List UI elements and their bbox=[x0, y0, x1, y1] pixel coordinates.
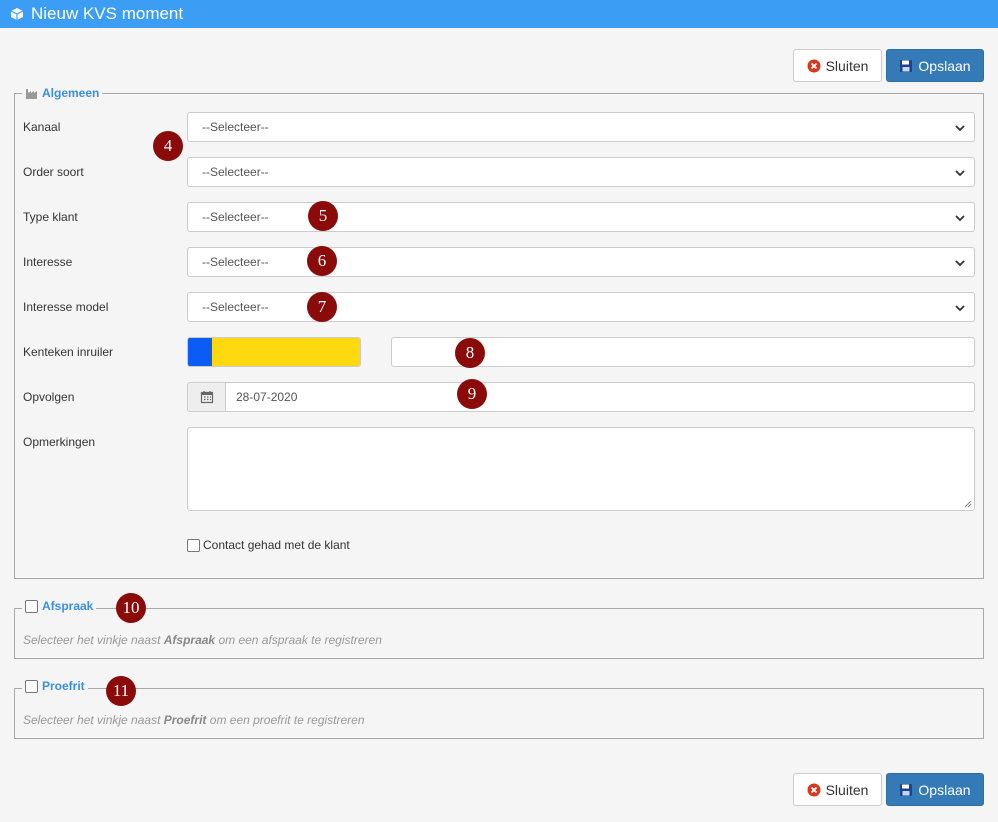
type-klant-label: Type klant bbox=[23, 210, 78, 224]
type-klant-value: --Selecteer-- bbox=[202, 210, 269, 224]
afspraak-legend-text: Afspraak bbox=[42, 599, 94, 613]
close-button-label: Sluiten bbox=[825, 57, 869, 74]
save-button-top[interactable]: Opslaan bbox=[886, 49, 984, 82]
order-soort-select[interactable]: --Selecteer-- bbox=[187, 157, 975, 187]
proefrit-hint: Selecteer het vinkje naast Proefrit om e… bbox=[23, 713, 365, 727]
floppy-disk-icon bbox=[899, 59, 913, 73]
close-circle-icon bbox=[807, 59, 821, 73]
close-button-label: Sluiten bbox=[825, 781, 869, 798]
close-button-top[interactable]: Sluiten bbox=[793, 49, 882, 82]
order-soort-value: --Selecteer-- bbox=[202, 165, 269, 179]
close-circle-icon bbox=[807, 783, 821, 797]
calendar-icon bbox=[200, 391, 213, 404]
window-titlebar: Nieuw KVS moment bbox=[0, 0, 998, 28]
save-button-label: Opslaan bbox=[918, 781, 971, 798]
annotation-badge: 11 bbox=[106, 676, 136, 706]
annotation-badge: 10 bbox=[116, 593, 146, 623]
order-soort-label: Order soort bbox=[23, 165, 84, 179]
window-title: Nieuw KVS moment bbox=[31, 4, 184, 23]
interesse-select[interactable]: --Selecteer-- bbox=[187, 247, 975, 277]
annotation-badge: 8 bbox=[455, 338, 485, 368]
proefrit-legend: Proefrit bbox=[22, 679, 88, 693]
plate-eu-band bbox=[188, 338, 212, 366]
license-plate-input[interactable] bbox=[187, 337, 361, 367]
save-button-bottom[interactable]: Opslaan bbox=[886, 773, 984, 806]
opvolgen-value: 28-07-2020 bbox=[236, 390, 298, 404]
chevron-down-icon bbox=[955, 170, 965, 177]
kanaal-select[interactable]: --Selecteer-- bbox=[187, 112, 975, 142]
annotation-badge: 9 bbox=[457, 379, 487, 409]
plate-yellow-field bbox=[212, 338, 360, 366]
kanaal-label: Kanaal bbox=[23, 120, 61, 134]
interesse-label: Interesse bbox=[23, 255, 73, 269]
general-legend-text: Algemeen bbox=[42, 86, 100, 100]
chevron-down-icon bbox=[955, 305, 965, 312]
opvolgen-label: Opvolgen bbox=[23, 390, 75, 404]
resize-handle-icon[interactable] bbox=[964, 500, 972, 508]
afspraak-checkbox[interactable] bbox=[25, 599, 38, 613]
kenteken-label: Kenteken inruiler bbox=[23, 345, 114, 359]
chevron-down-icon bbox=[955, 215, 965, 222]
chevron-down-icon bbox=[955, 260, 965, 267]
calendar-button[interactable] bbox=[187, 382, 226, 412]
contact-checkbox-row: Contact gehad met de klant bbox=[187, 538, 350, 552]
interesse-model-label: Interesse model bbox=[23, 300, 109, 314]
proefrit-checkbox[interactable] bbox=[25, 679, 38, 693]
chevron-down-icon bbox=[955, 125, 965, 132]
annotation-badge: 4 bbox=[153, 131, 183, 161]
annotation-badge: 5 bbox=[308, 201, 338, 231]
annotation-badge: 6 bbox=[307, 246, 337, 276]
factory-icon bbox=[25, 87, 39, 99]
contact-checkbox[interactable] bbox=[187, 538, 200, 552]
opvolgen-date-input[interactable]: 28-07-2020 bbox=[225, 382, 975, 412]
interesse-model-value: --Selecteer-- bbox=[202, 300, 269, 314]
opmerkingen-label: Opmerkingen bbox=[23, 435, 96, 449]
general-legend: Algemeen bbox=[22, 86, 103, 100]
floppy-disk-icon bbox=[899, 783, 913, 797]
kanaal-value: --Selecteer-- bbox=[202, 120, 269, 134]
afspraak-hint: Selecteer het vinkje naast Afspraak om e… bbox=[23, 633, 382, 647]
afspraak-legend: Afspraak bbox=[22, 599, 97, 613]
proefrit-legend-text: Proefrit bbox=[42, 679, 85, 693]
annotation-badge: 7 bbox=[307, 292, 337, 322]
type-klant-select[interactable]: --Selecteer-- bbox=[187, 202, 975, 232]
save-button-label: Opslaan bbox=[918, 57, 971, 74]
contact-checkbox-label: Contact gehad met de klant bbox=[203, 538, 350, 552]
interesse-model-select[interactable]: --Selecteer-- bbox=[187, 292, 975, 322]
close-button-bottom[interactable]: Sluiten bbox=[793, 773, 882, 806]
cube-icon bbox=[10, 7, 24, 21]
opmerkingen-textarea[interactable] bbox=[187, 427, 975, 511]
interesse-value: --Selecteer-- bbox=[202, 255, 269, 269]
